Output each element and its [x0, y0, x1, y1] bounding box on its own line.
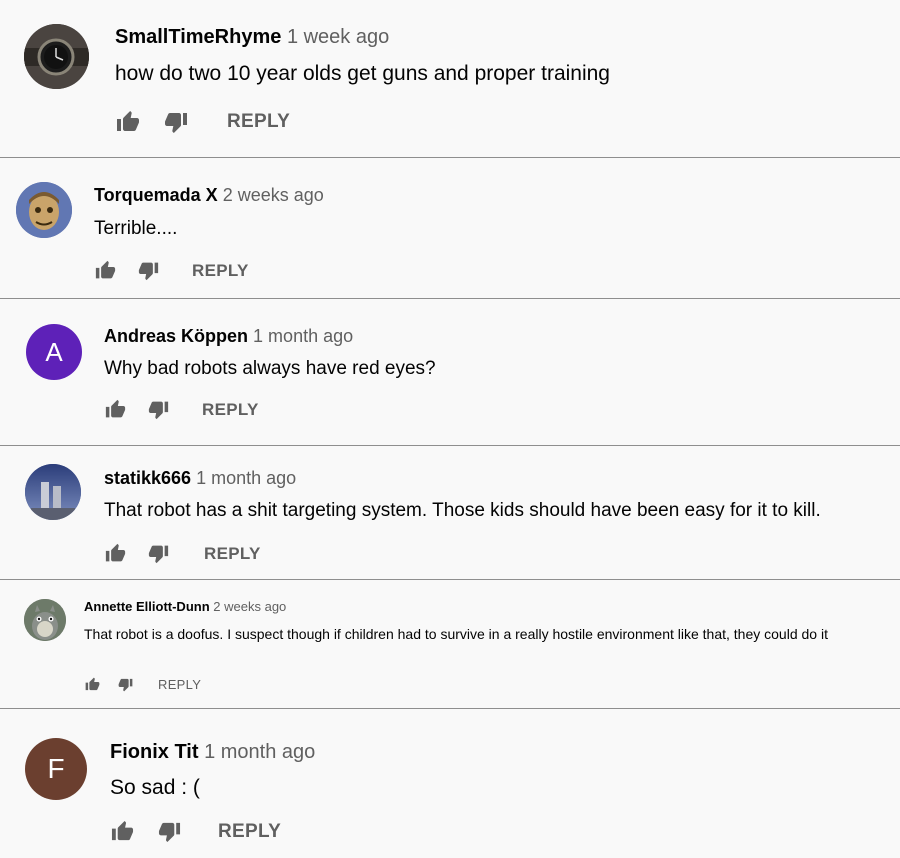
avatar[interactable]: [24, 599, 66, 641]
author-name[interactable]: Andreas Köppen: [104, 326, 248, 346]
totoro-avatar-icon: [24, 599, 66, 641]
comment-2: Torquemada X 2 weeks ago Terrible.... RE…: [0, 158, 900, 299]
reply-button[interactable]: REPLY: [227, 111, 290, 133]
timestamp[interactable]: 1 week ago: [287, 26, 389, 48]
comment-4: statikk666 1 month ago That robot has a …: [0, 446, 900, 580]
comment-5: Annette Elliott-Dunn 2 weeks ago That ro…: [0, 580, 900, 709]
timestamp[interactable]: 1 month ago: [253, 326, 353, 346]
comment-text: That robot is a doofus. I suspect though…: [84, 626, 828, 642]
author-name[interactable]: Fionix Tit: [110, 741, 199, 763]
author-name[interactable]: Torquemada X: [94, 185, 218, 205]
thumbs-up-icon[interactable]: [110, 820, 135, 843]
comment-header: Fionix Tit 1 month ago: [110, 741, 315, 764]
author-name[interactable]: SmallTimeRhyme: [115, 26, 281, 48]
thumbs-down-icon[interactable]: [163, 110, 189, 134]
comment-3: A Andreas Köppen 1 month ago Why bad rob…: [0, 299, 900, 446]
comment-actions: REPLY: [115, 110, 290, 134]
comment-header: Andreas Köppen 1 month ago: [104, 326, 353, 347]
thumbs-up-icon[interactable]: [115, 110, 141, 134]
reply-button[interactable]: REPLY: [204, 544, 261, 564]
thumbs-up-icon[interactable]: [94, 260, 117, 281]
thumbs-down-icon[interactable]: [147, 399, 170, 420]
avatar[interactable]: [25, 464, 81, 520]
wristwatch-avatar-icon: [24, 24, 89, 89]
avatar-letter: A: [45, 336, 63, 367]
comment-text: how do two 10 year olds get guns and pro…: [115, 62, 610, 85]
comment-header: SmallTimeRhyme 1 week ago: [115, 26, 389, 49]
comment-actions: REPLY: [110, 820, 281, 843]
thumbs-up-icon[interactable]: [104, 543, 127, 564]
comment-text: That robot has a shit targeting system. …: [104, 500, 821, 521]
reply-button[interactable]: REPLY: [218, 821, 281, 843]
avatar[interactable]: [24, 24, 89, 89]
avatar-letter: F: [47, 753, 65, 784]
comment-1: SmallTimeRhyme 1 week ago how do two 10 …: [0, 0, 900, 158]
twin-towers-avatar-icon: [25, 464, 81, 520]
thumbs-down-icon[interactable]: [147, 543, 170, 564]
author-name[interactable]: Annette Elliott-Dunn: [84, 599, 210, 614]
thumbs-up-icon[interactable]: [84, 677, 101, 692]
comment-actions: REPLY: [84, 677, 201, 692]
timestamp[interactable]: 1 month ago: [196, 468, 296, 488]
comment-actions: REPLY: [104, 399, 259, 420]
comment-actions: REPLY: [104, 543, 261, 564]
comment-text: Terrible....: [94, 218, 178, 239]
comment-header: Torquemada X 2 weeks ago: [94, 185, 324, 206]
reply-button[interactable]: REPLY: [202, 400, 259, 420]
comment-text: Why bad robots always have red eyes?: [104, 358, 436, 379]
comment-text: So sad : (: [110, 776, 200, 799]
thumbs-down-icon[interactable]: [157, 820, 182, 843]
thumbs-up-icon[interactable]: [104, 399, 127, 420]
thumbs-down-icon[interactable]: [137, 260, 160, 281]
avatar[interactable]: [16, 182, 72, 238]
avatar[interactable]: F: [25, 738, 87, 800]
timestamp[interactable]: 1 month ago: [204, 741, 315, 763]
author-name[interactable]: statikk666: [104, 468, 191, 488]
zombie-mascot-avatar-icon: [16, 182, 72, 238]
thumbs-down-icon[interactable]: [117, 677, 134, 692]
timestamp[interactable]: 2 weeks ago: [213, 599, 286, 614]
comment-actions: REPLY: [94, 260, 249, 281]
comment-6: F Fionix Tit 1 month ago So sad : ( REPL…: [0, 709, 900, 858]
comment-header: statikk666 1 month ago: [104, 468, 296, 489]
reply-button[interactable]: REPLY: [158, 677, 201, 692]
timestamp[interactable]: 2 weeks ago: [223, 185, 324, 205]
avatar[interactable]: A: [26, 324, 82, 380]
reply-button[interactable]: REPLY: [192, 261, 249, 281]
comment-header: Annette Elliott-Dunn 2 weeks ago: [84, 599, 286, 614]
